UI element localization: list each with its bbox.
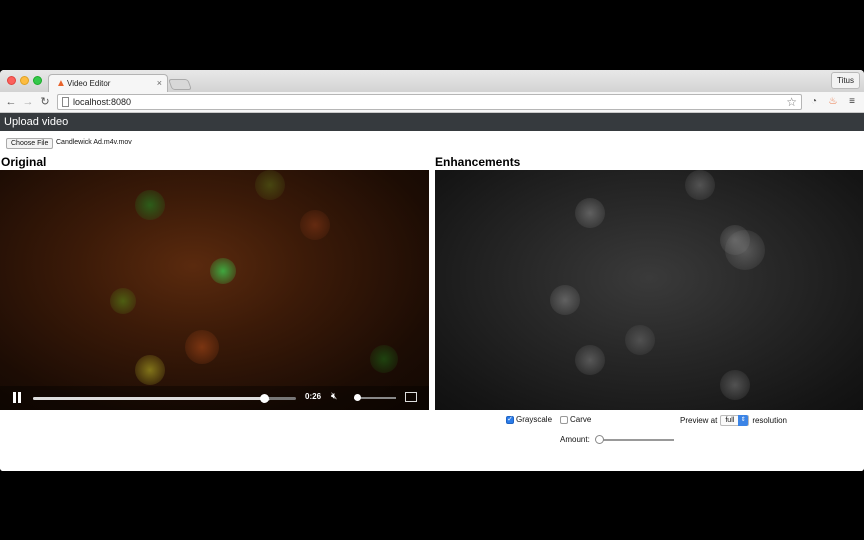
- bokeh-light: [110, 288, 136, 314]
- preview-label: Preview at: [680, 416, 718, 425]
- bokeh-light: [300, 210, 330, 240]
- carve-checkbox[interactable]: [560, 415, 568, 424]
- bokeh-light: [575, 345, 605, 375]
- page-icon: [62, 97, 69, 107]
- muted-speaker-icon[interactable]: 🔇︎: [331, 391, 337, 402]
- mouse-cursor-icon: ➤: [262, 395, 271, 406]
- browser-window: ▲ Video Editor × Titus ← → ↻ localhost:8…: [0, 70, 864, 471]
- tab-title: Video Editor: [67, 79, 111, 88]
- bokeh-light: [625, 325, 655, 355]
- video-controls: 0:26 🔇︎: [0, 386, 429, 410]
- bokeh-light: [210, 258, 236, 284]
- grayscale-checkbox[interactable]: ✓: [506, 415, 514, 424]
- bokeh-light: [550, 285, 580, 315]
- amount-slider[interactable]: [595, 435, 674, 444]
- close-tab-icon[interactable]: ×: [157, 78, 162, 88]
- bokeh-light: [725, 230, 765, 270]
- bookmark-star-icon[interactable]: ☆: [786, 95, 797, 109]
- flame-extension-icon[interactable]: ♨: [827, 96, 839, 108]
- grayscale-option[interactable]: ✓ Grayscale: [506, 415, 552, 424]
- close-window-button[interactable]: [7, 76, 16, 85]
- browser-toolbar: ← → ↻ localhost:8080 ☆ ◔ ♨ ≡: [0, 92, 864, 113]
- seek-bar[interactable]: [33, 394, 296, 403]
- enhanced-video[interactable]: [435, 170, 863, 410]
- volume-thumb[interactable]: [354, 394, 361, 401]
- resolution-value: full: [725, 417, 735, 424]
- carve-label: Carve: [570, 415, 592, 424]
- seek-bar-fill: [33, 397, 265, 400]
- maximize-window-button[interactable]: [33, 76, 42, 85]
- amount-label: Amount:: [560, 435, 590, 444]
- address-bar[interactable]: localhost:8080 ☆: [57, 94, 802, 110]
- bokeh-light: [370, 345, 398, 373]
- browser-tab[interactable]: ▲ Video Editor ×: [48, 74, 168, 93]
- bokeh-light: [575, 198, 605, 228]
- volume-slider[interactable]: [354, 394, 396, 401]
- minimize-window-button[interactable]: [20, 76, 29, 85]
- bokeh-light: [135, 355, 165, 385]
- current-time: 0:26: [305, 392, 322, 401]
- select-arrows-icon: ⇕: [738, 415, 749, 426]
- app-header: Upload video: [0, 113, 864, 131]
- reload-icon[interactable]: ↻: [38, 95, 52, 109]
- choose-file-button[interactable]: Choose File: [6, 138, 54, 149]
- profile-button[interactable]: Titus: [830, 72, 860, 89]
- bokeh-light: [185, 330, 219, 364]
- pause-icon[interactable]: [12, 392, 24, 404]
- title-bar: ▲ Video Editor × Titus: [0, 70, 864, 93]
- carve-option[interactable]: Carve: [560, 415, 591, 424]
- bokeh-light: [720, 370, 750, 400]
- url-text: localhost:8080: [73, 97, 132, 107]
- bokeh-light: [135, 190, 165, 220]
- new-tab-button[interactable]: [167, 79, 193, 90]
- preview-option: Preview at full ⇕ resolution: [680, 415, 787, 426]
- original-title: Original: [1, 155, 47, 169]
- resolution-select[interactable]: full ⇕: [720, 415, 750, 426]
- resolution-suffix: resolution: [752, 416, 787, 425]
- bokeh-light: [255, 170, 285, 200]
- back-arrow-icon[interactable]: ←: [4, 95, 18, 109]
- grayscale-label: Grayscale: [516, 415, 553, 424]
- extension-icon[interactable]: ◔: [808, 96, 820, 108]
- forward-arrow-icon[interactable]: →: [21, 95, 35, 109]
- header-title: Upload video: [4, 116, 69, 128]
- page-content: Upload video Choose File Candlewick Ad.m…: [0, 113, 864, 471]
- fullscreen-icon[interactable]: [405, 392, 417, 402]
- enhancements-title: Enhancements: [435, 155, 521, 169]
- amount-slider-thumb[interactable]: [595, 435, 604, 444]
- flame-icon: ▲: [56, 78, 66, 89]
- selected-file-name: Candlewick Ad.m4v.mov: [56, 139, 132, 146]
- bokeh-light: [685, 170, 715, 200]
- original-video[interactable]: 0:26 🔇︎ ➤: [0, 170, 429, 410]
- menu-icon[interactable]: ≡: [846, 96, 858, 108]
